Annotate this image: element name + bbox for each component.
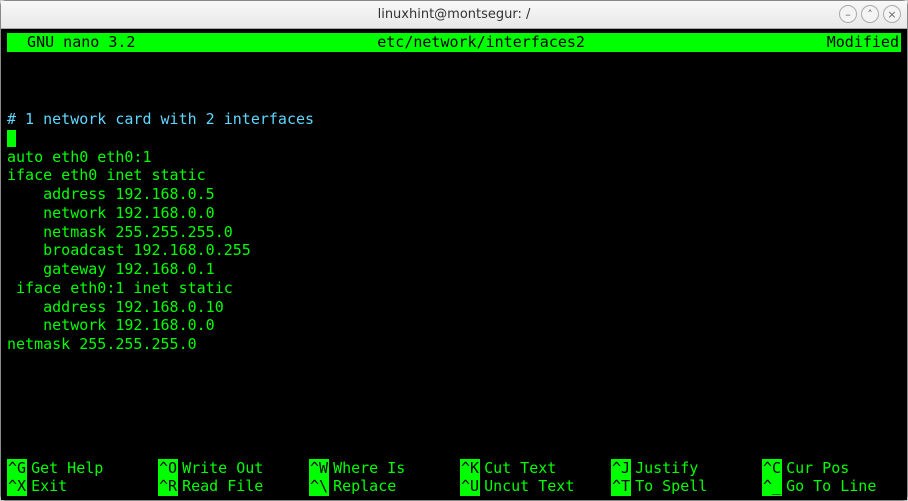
editor-line: network 192.168.0.0: [7, 204, 215, 222]
shortcut-key: ^C: [762, 459, 782, 478]
shortcut-label: To Spell: [631, 477, 707, 496]
shortcut-key: ^W: [309, 459, 329, 478]
shortcut-to-spell[interactable]: ^TTo Spell: [611, 477, 750, 496]
editor-line: gateway 192.168.0.1: [7, 260, 215, 278]
shortcut-label: Cur Pos: [782, 459, 849, 478]
terminal-content[interactable]: GNU nano 3.2 etc/network/interfaces2 Mod…: [1, 29, 907, 500]
editor-line: broadcast 192.168.0.255: [7, 241, 251, 259]
nano-app-version: GNU nano 3.2: [9, 33, 135, 52]
shortcut-key: ^\: [309, 477, 329, 496]
editor-line: network 192.168.0.0: [7, 316, 215, 334]
shortcut-label: Justify: [631, 459, 698, 478]
shortcut-label: Read File: [178, 477, 263, 496]
editor-line: netmask 255.255.255.0: [7, 223, 233, 241]
shortcut-key: ^G: [7, 459, 27, 478]
shortcut-uncut-text[interactable]: ^UUncut Text: [460, 477, 599, 496]
shortcut-label: Cut Text: [480, 459, 556, 478]
shortcut-key: ^K: [460, 459, 480, 478]
shortcut-key: ^J: [611, 459, 631, 478]
window-controls: – ˄ ×: [839, 5, 901, 23]
terminal-window: linuxhint@montsegur: / – ˄ × GNU nano 3.…: [0, 0, 908, 501]
shortcut-key: ^U: [460, 477, 480, 496]
minimize-button[interactable]: –: [839, 5, 857, 23]
shortcut-label: Uncut Text: [480, 477, 574, 496]
shortcut-exit[interactable]: ^XExit: [7, 477, 146, 496]
close-button[interactable]: ×: [883, 5, 901, 23]
window-title: linuxhint@montsegur: /: [378, 7, 531, 22]
shortcut-get-help[interactable]: ^GGet Help: [7, 459, 146, 478]
editor-line: iface eth0 inet static: [7, 166, 206, 184]
shortcut-cur-pos[interactable]: ^CCur Pos: [762, 459, 901, 478]
shortcut-go-to-line[interactable]: ^_Go To Line: [762, 477, 901, 496]
shortcut-read-file[interactable]: ^RRead File: [158, 477, 297, 496]
shortcut-label: Where Is: [329, 459, 405, 478]
nano-status: Modified: [827, 33, 899, 52]
shortcut-write-out[interactable]: ^OWrite Out: [158, 459, 297, 478]
shortcut-key: ^T: [611, 477, 631, 496]
text-cursor: [7, 130, 16, 147]
maximize-button[interactable]: ˄: [861, 5, 879, 23]
shortcut-label: Get Help: [27, 459, 103, 478]
shortcut-replace[interactable]: ^\Replace: [309, 477, 448, 496]
shortcut-key: ^X: [7, 477, 27, 496]
shortcut-label: Go To Line: [782, 477, 876, 496]
window-titlebar: linuxhint@montsegur: / – ˄ ×: [1, 1, 907, 29]
editor-line: address 192.168.0.5: [7, 185, 215, 203]
shortcut-where-is[interactable]: ^WWhere Is: [309, 459, 448, 478]
editor-line: iface eth0:1 inet static: [7, 279, 233, 297]
shortcut-justify[interactable]: ^JJustify: [611, 459, 750, 478]
editor-line: auto eth0 eth0:1: [7, 148, 152, 166]
editor-comment-line: # 1 network card with 2 interfaces: [7, 110, 314, 128]
shortcut-key: ^_: [762, 477, 782, 496]
editor-area[interactable]: # 1 network card with 2 interfaces auto …: [7, 52, 901, 459]
shortcut-key: ^R: [158, 477, 178, 496]
shortcut-cut-text[interactable]: ^KCut Text: [460, 459, 599, 478]
shortcut-label: Exit: [27, 477, 67, 496]
nano-file-path: etc/network/interfaces2: [135, 33, 826, 52]
shortcut-label: Write Out: [178, 459, 263, 478]
shortcut-label: Replace: [329, 477, 396, 496]
nano-header: GNU nano 3.2 etc/network/interfaces2 Mod…: [7, 33, 901, 52]
nano-shortcut-bar: ^GGet Help ^OWrite Out ^WWhere Is ^KCut …: [7, 459, 901, 499]
shortcut-key: ^O: [158, 459, 178, 478]
editor-line: address 192.168.0.10: [7, 298, 224, 316]
editor-line: netmask 255.255.255.0: [7, 335, 197, 353]
